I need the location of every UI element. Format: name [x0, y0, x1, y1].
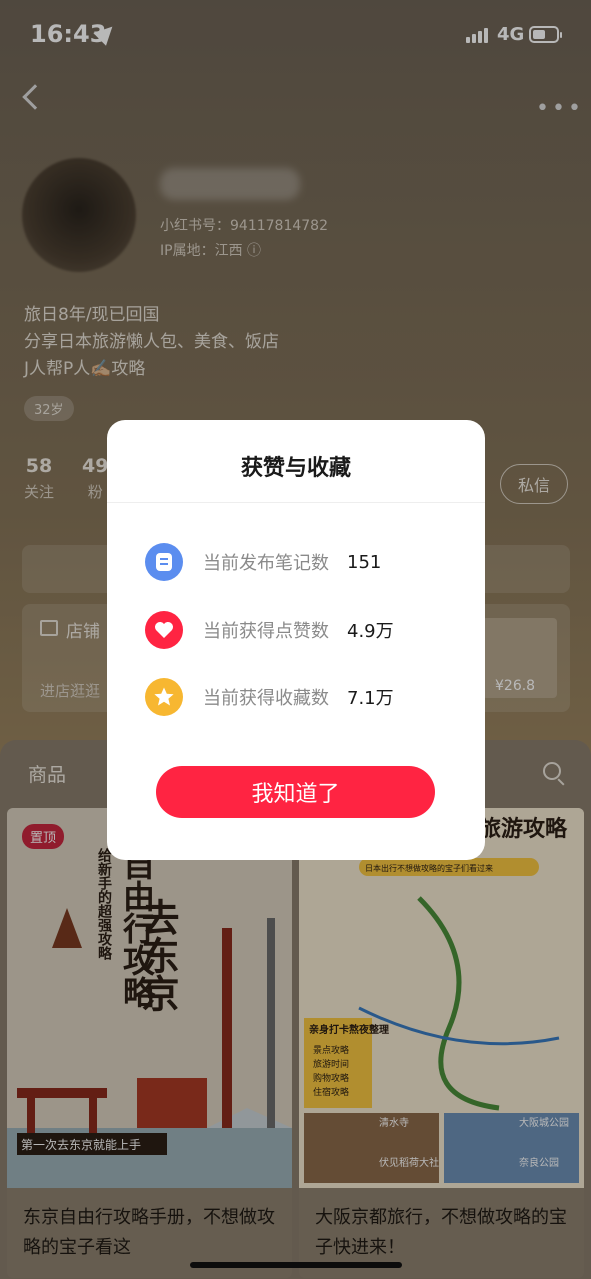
divider: [107, 502, 485, 503]
notes-count-row: 当前发布笔记数 151: [145, 542, 381, 582]
notes-count-label: 当前发布笔记数: [203, 553, 329, 574]
likes-count-row: 当前获得点赞数 4.9万: [145, 610, 394, 650]
star-icon: [145, 678, 183, 716]
note-icon: [145, 543, 183, 581]
collections-count-row: 当前获得收藏数 7.1万: [145, 677, 394, 717]
likes-count-value: 4.9万: [347, 621, 394, 642]
likes-collections-dialog: 获赞与收藏 当前发布笔记数 151 当前获得点赞数 4.9万 当前获得收藏数 7…: [107, 420, 485, 860]
heart-icon: [145, 611, 183, 649]
dialog-title: 获赞与收藏: [240, 456, 351, 481]
got-it-button[interactable]: 我知道了: [156, 766, 435, 818]
likes-count-label: 当前获得点赞数: [203, 621, 329, 642]
notes-count-value: 151: [347, 551, 382, 573]
collections-count-label: 当前获得收藏数: [203, 688, 329, 709]
collections-count-value: 7.1万: [347, 688, 394, 709]
